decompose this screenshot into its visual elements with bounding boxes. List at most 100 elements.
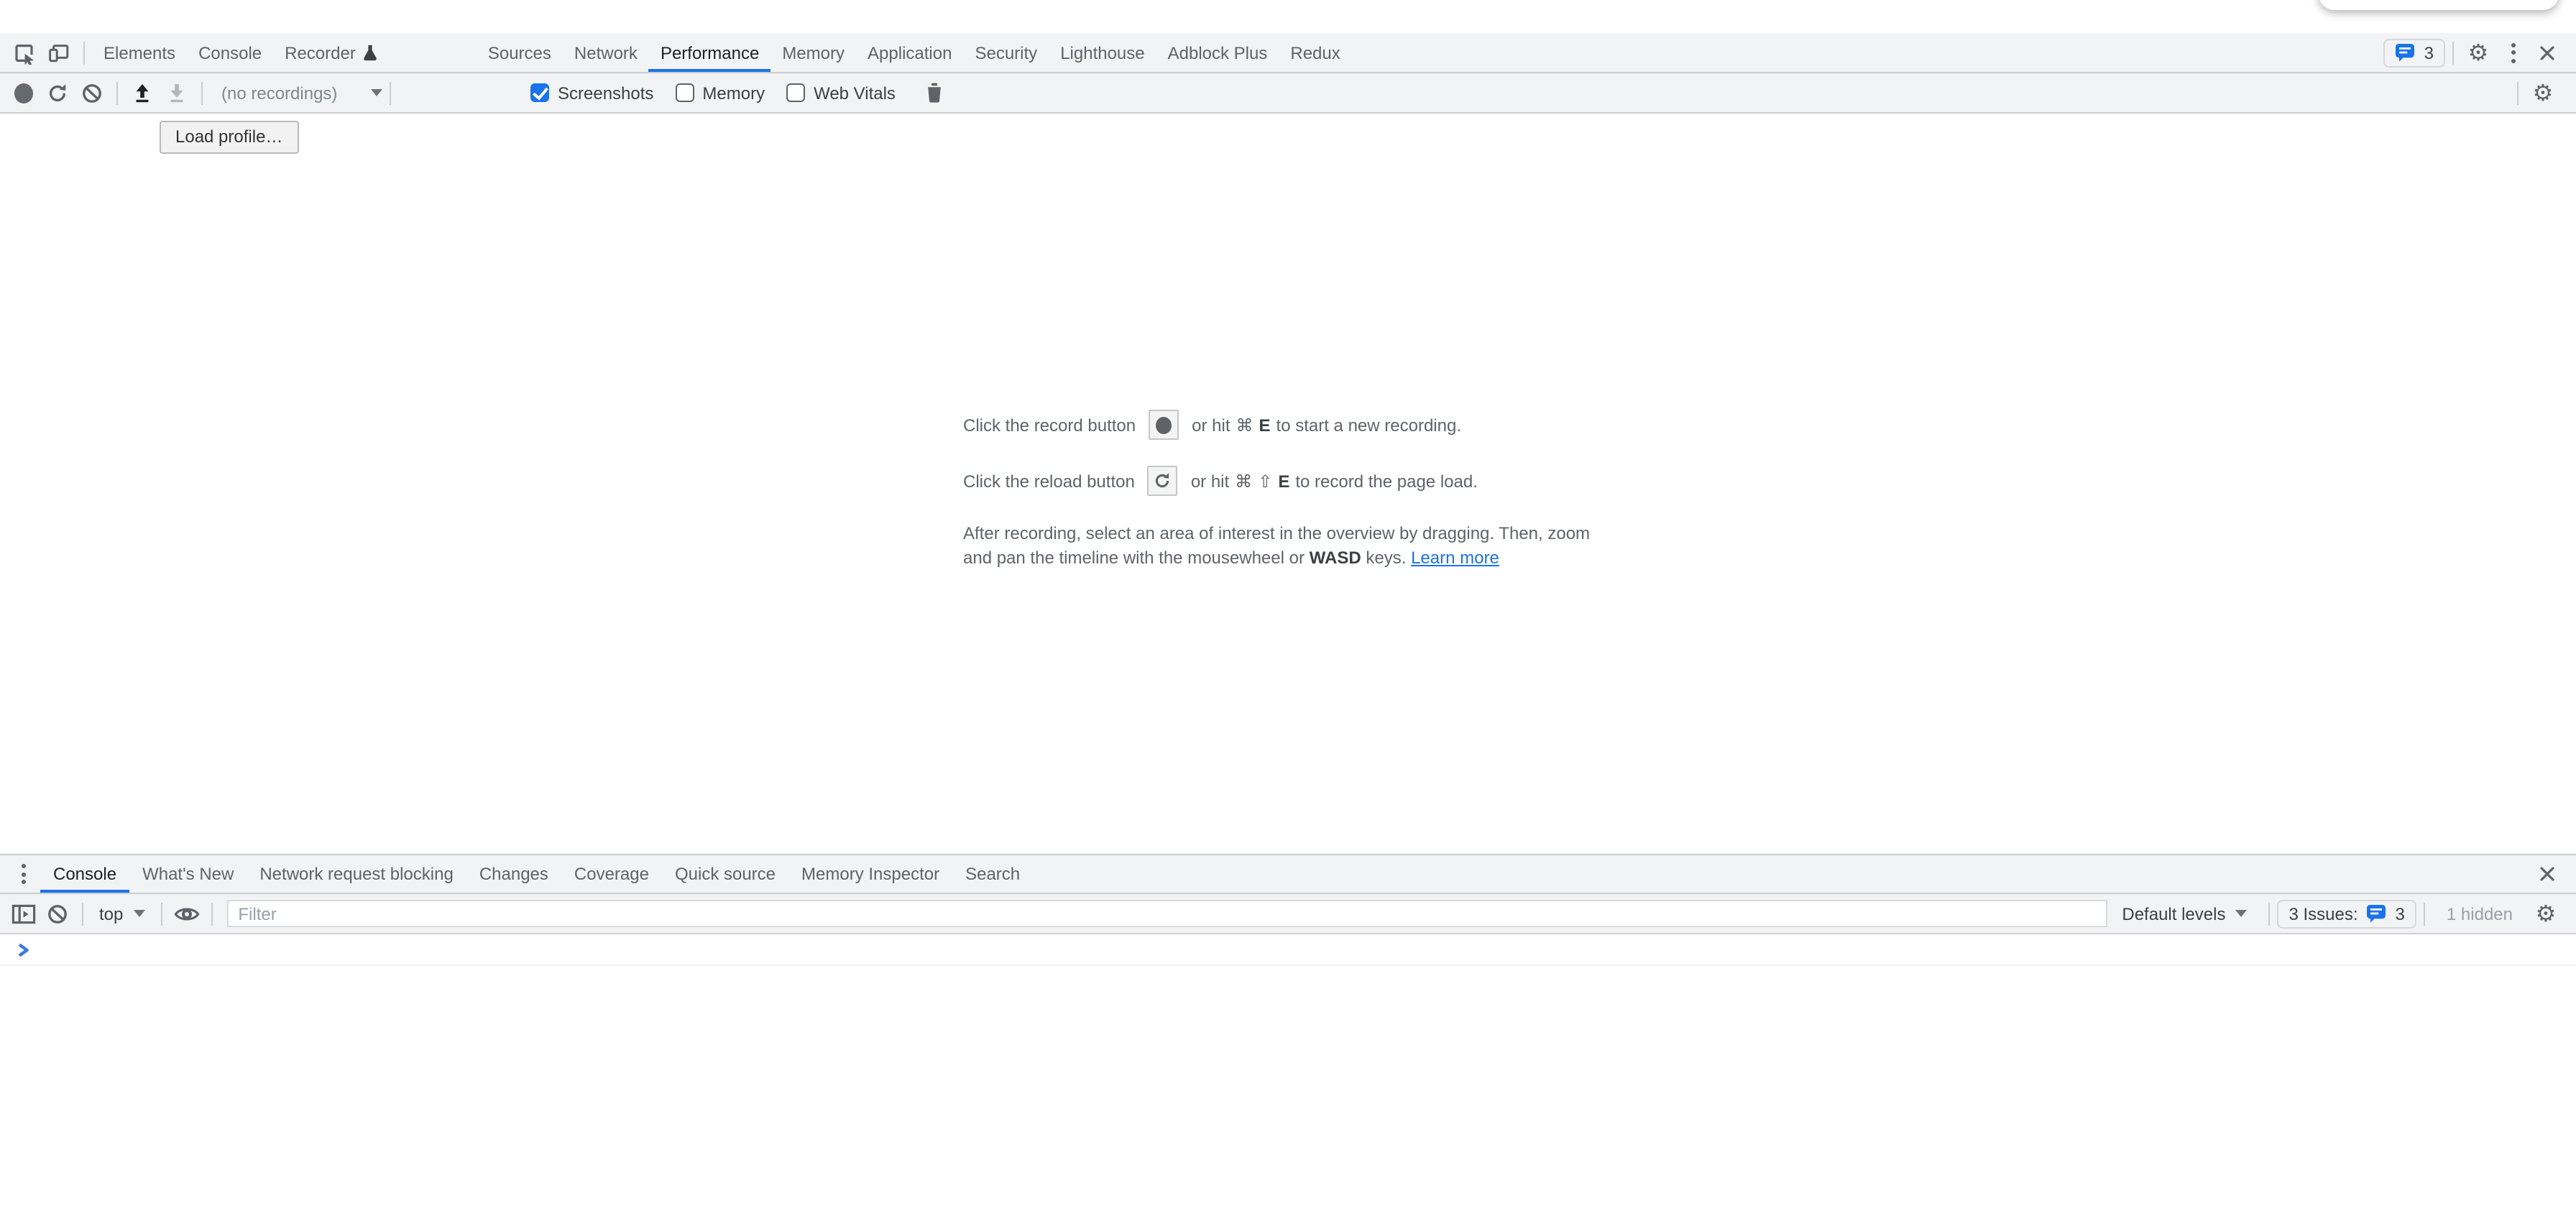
cmd-key-icon: ⌘ — [1236, 415, 1254, 435]
tab-recorder[interactable]: Recorder — [273, 33, 390, 72]
more-options-button[interactable] — [2496, 35, 2530, 70]
drawer-tab-whats-new[interactable]: What's New — [129, 855, 247, 893]
performance-empty-state: Click the record button or hit ⌘ E to st… — [963, 410, 1617, 569]
tab-label: Coverage — [574, 864, 649, 884]
learn-more-link[interactable]: Learn more — [1411, 547, 1499, 567]
tab-label: Redux — [1290, 42, 1340, 63]
recordings-select[interactable]: (no recordings) — [221, 83, 382, 103]
more-vertical-icon — [21, 864, 25, 884]
settings-gear-icon: ⚙ — [2468, 41, 2489, 64]
device-toolbar-button[interactable] — [42, 35, 76, 70]
show-console-sidebar-button[interactable] — [6, 896, 40, 931]
tab-network[interactable]: Network — [563, 33, 649, 72]
record-icon — [1156, 416, 1172, 433]
screenshots-checkbox-group[interactable]: Screenshots — [530, 83, 653, 103]
key-e: E — [1259, 415, 1271, 435]
devtools-window: Elements Console Recorder Sources Networ… — [0, 0, 2576, 1206]
tab-adblock-plus[interactable]: Adblock Plus — [1156, 33, 1279, 72]
load-profile-button[interactable] — [125, 75, 160, 110]
divider — [2268, 902, 2270, 925]
memory-checkbox[interactable] — [675, 83, 694, 102]
web-vitals-checkbox-group[interactable]: Web Vitals — [786, 83, 896, 103]
drawer-tab-network-request-blocking[interactable]: Network request blocking — [247, 855, 466, 893]
close-drawer-button[interactable] — [2530, 857, 2564, 891]
log-levels-select[interactable]: Default levels — [2122, 903, 2247, 924]
web-vitals-checkbox[interactable] — [786, 83, 805, 102]
memory-checkbox-group[interactable]: Memory — [675, 83, 765, 103]
prompt-chevron-icon — [17, 942, 30, 957]
record-and-reload-button[interactable] — [40, 75, 75, 110]
screenshots-checkbox[interactable] — [530, 83, 549, 102]
drawer-tab-quick-source[interactable]: Quick source — [662, 855, 788, 893]
instruction-text: Click the record button — [963, 415, 1136, 435]
tab-console[interactable]: Console — [187, 33, 273, 72]
eye-icon — [173, 905, 199, 922]
inspect-cursor-icon — [13, 41, 36, 64]
close-devtools-button[interactable] — [2530, 35, 2564, 70]
reload-icon — [1154, 471, 1172, 490]
popup-fragment — [2319, 0, 2559, 10]
console-settings-button[interactable]: ⚙ — [2529, 896, 2563, 931]
garbage-collect-button[interactable] — [917, 75, 952, 110]
device-toolbar-icon — [47, 41, 70, 64]
save-profile-button[interactable] — [160, 75, 194, 110]
inline-reload-button[interactable] — [1148, 466, 1178, 496]
close-icon — [2537, 864, 2557, 884]
tab-label: Performance — [661, 42, 759, 63]
drawer-tab-changes[interactable]: Changes — [466, 855, 561, 893]
drawer-tabbar: Console What's New Network request block… — [0, 854, 2576, 894]
tab-label: What's New — [142, 864, 234, 884]
instruction-text: to record the page load. — [1295, 471, 1478, 491]
drawer-tab-memory-inspector[interactable]: Memory Inspector — [788, 855, 952, 893]
capture-settings-button[interactable]: ⚙ — [2526, 75, 2560, 110]
instruction-text: or hit — [1192, 415, 1230, 435]
tab-memory[interactable]: Memory — [770, 33, 856, 72]
issues-count: 3 — [2396, 903, 2405, 924]
drawer-tab-search[interactable]: Search — [952, 855, 1033, 893]
load-profile-icon — [131, 81, 154, 104]
clear-console-button[interactable] — [40, 896, 75, 931]
javascript-context-select[interactable]: top — [99, 903, 144, 924]
reload-instruction-line: Click the reload button or hit ⌘ ⇧ E to … — [963, 466, 1617, 496]
issues-counter-button[interactable]: 3 — [2384, 38, 2445, 67]
trash-icon — [924, 82, 944, 103]
clear-icon — [80, 81, 104, 104]
tab-sources[interactable]: Sources — [477, 33, 563, 72]
create-live-expression-button[interactable] — [169, 896, 203, 931]
checkbox-label: Web Vitals — [814, 83, 896, 103]
flask-icon — [363, 43, 379, 62]
issues-count: 3 — [2424, 42, 2434, 63]
issues-label: 3 Issues: — [2288, 903, 2358, 924]
chevron-down-icon — [2235, 910, 2247, 917]
clear-recordings-button[interactable] — [75, 75, 109, 110]
tab-security[interactable]: Security — [963, 33, 1049, 72]
tab-label: Network — [574, 42, 638, 63]
tab-label: Sources — [488, 42, 551, 63]
tab-lighthouse[interactable]: Lighthouse — [1049, 33, 1156, 72]
tab-elements[interactable]: Elements — [92, 33, 187, 72]
tab-performance[interactable]: Performance — [649, 33, 770, 72]
console-messages-area — [0, 934, 2576, 1206]
top-strip — [0, 0, 2576, 33]
console-issues-button[interactable]: 3 Issues: 3 — [2277, 899, 2416, 928]
console-toolbar: top Default levels 3 Issues: 3 — [0, 894, 2576, 934]
divider — [160, 902, 162, 925]
key-e: E — [1278, 471, 1289, 491]
console-prompt[interactable] — [0, 934, 2576, 966]
inspect-element-button[interactable] — [7, 35, 42, 70]
issues-speech-bubble-icon — [2396, 43, 2416, 62]
tab-redux[interactable]: Redux — [1279, 33, 1351, 72]
divider — [2424, 902, 2425, 925]
settings-button[interactable]: ⚙ — [2461, 35, 2496, 70]
divider — [201, 81, 203, 104]
chevron-down-icon — [133, 910, 144, 917]
console-filter-input[interactable] — [226, 900, 2107, 927]
tab-label: Elements — [104, 42, 175, 63]
drawer-tab-console[interactable]: Console — [40, 855, 129, 893]
drawer-tab-coverage[interactable]: Coverage — [561, 855, 662, 893]
tab-application[interactable]: Application — [856, 33, 963, 72]
inline-record-button[interactable] — [1149, 410, 1179, 440]
tab-label: Memory — [782, 42, 845, 63]
drawer-more-tabs-button[interactable] — [6, 857, 40, 891]
record-button[interactable] — [6, 75, 40, 110]
